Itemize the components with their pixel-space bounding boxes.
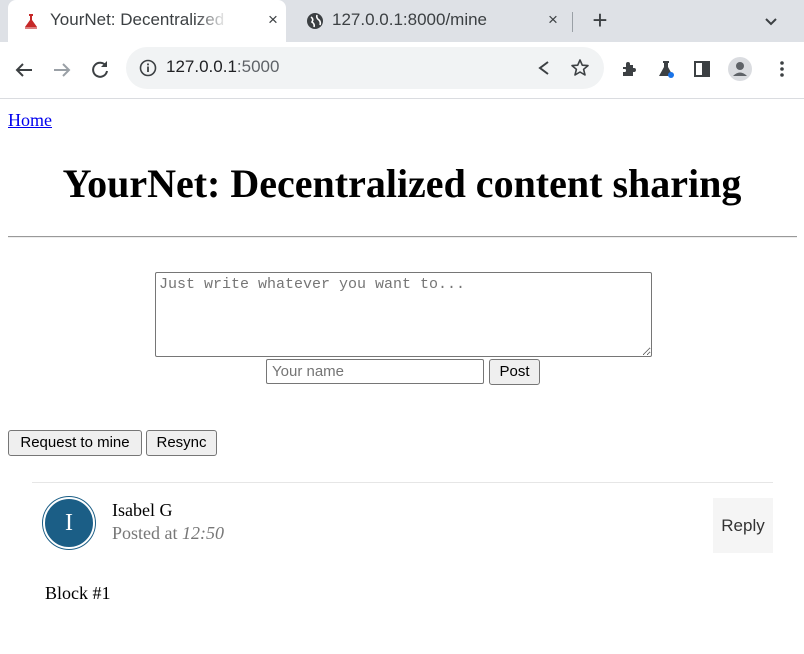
posted-prefix: Posted at: [112, 523, 178, 543]
post-author: Isabel G: [112, 500, 173, 520]
globe-icon: [307, 13, 323, 29]
avatar: I: [43, 497, 95, 549]
tab-title: YourNet: Decentralized content sharing: [50, 10, 228, 29]
author-name-input[interactable]: [266, 359, 484, 384]
back-arrow-icon[interactable]: [12, 58, 36, 82]
home-link[interactable]: Home: [8, 110, 52, 131]
posted-time: 12:50: [182, 523, 224, 543]
post-content-textarea[interactable]: [155, 272, 652, 357]
side-panel-icon[interactable]: [691, 58, 713, 80]
tab-mine[interactable]: 127.0.0.1:8000/mine ×: [298, 0, 570, 42]
share-icon[interactable]: [534, 58, 554, 78]
request-to-mine-button[interactable]: Request to mine: [8, 430, 142, 456]
kebab-menu-icon[interactable]: [771, 58, 793, 80]
extensions-icon[interactable]: [619, 58, 641, 80]
flask-favicon: [25, 14, 37, 29]
url-text: 127.0.0.1:5000: [166, 57, 279, 77]
tab-separator: [572, 12, 573, 32]
header-divider: [8, 236, 797, 238]
url-host: 127.0.0.1: [166, 57, 237, 76]
tab-strip: YourNet: Decentralized content sharing ×…: [0, 0, 804, 42]
post-button[interactable]: Post: [489, 359, 540, 385]
info-icon[interactable]: [138, 58, 158, 78]
labs-flask-icon[interactable]: [655, 58, 677, 80]
post-content: Block #1: [45, 583, 111, 603]
url-port: :5000: [236, 57, 280, 76]
tab-close-icon[interactable]: ×: [542, 9, 564, 31]
reply-button[interactable]: Reply: [713, 498, 773, 553]
chevron-down-icon[interactable]: [760, 10, 782, 32]
post-timestamp: Posted at 12:50: [112, 523, 224, 544]
reload-icon[interactable]: [88, 58, 112, 82]
forward-arrow-icon[interactable]: [50, 58, 74, 82]
profile-icon[interactable]: [727, 56, 753, 82]
post-divider: [32, 482, 773, 483]
page-title: YourNet: Decentralized content sharing: [62, 161, 742, 206]
tab-yournet[interactable]: YourNet: Decentralized content sharing ×: [8, 0, 286, 42]
resync-button[interactable]: Resync: [146, 430, 217, 456]
star-icon[interactable]: [570, 58, 590, 78]
address-bar[interactable]: 127.0.0.1:5000: [126, 47, 604, 89]
new-tab-button[interactable]: +: [588, 7, 612, 33]
tab-close-icon[interactable]: ×: [262, 9, 284, 31]
tab-title: 127.0.0.1:8000/mine: [332, 10, 488, 29]
